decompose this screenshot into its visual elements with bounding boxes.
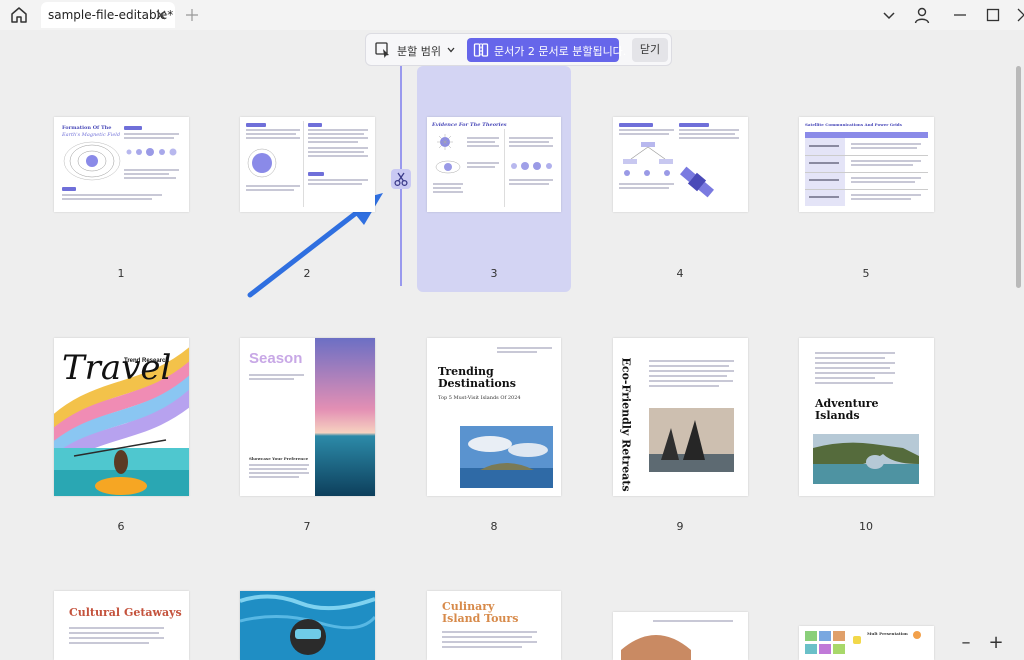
page-title: Season	[249, 350, 303, 367]
page-title: Formation Of The	[62, 125, 112, 131]
page-number-9: 9	[676, 520, 684, 533]
split-scissors-button[interactable]	[391, 169, 411, 189]
title-bar: sample-file-editable*	[0, 0, 1024, 30]
scissors-icon	[394, 172, 408, 187]
arch-photo	[813, 434, 919, 484]
tab-close-button[interactable]	[154, 7, 168, 21]
orbit-diagram	[435, 160, 461, 174]
page-thumbnail-1[interactable]: Formation Of The Earth's Magnetic Field	[54, 117, 189, 212]
page-thumbnail-3[interactable]: Evidence For The Theories	[427, 117, 561, 212]
close-icon	[156, 10, 166, 20]
planet-row	[126, 148, 177, 156]
new-tab-button[interactable]	[185, 7, 199, 21]
home-icon	[11, 7, 27, 23]
satellite-icon	[679, 166, 715, 198]
home-button[interactable]	[8, 5, 30, 25]
plus-icon	[186, 9, 198, 21]
page-thumbnail-12[interactable]	[240, 591, 375, 660]
page-thumbnail-5[interactable]: Satellite Communications And Power Grids	[799, 117, 934, 212]
close-window-button[interactable]	[1015, 6, 1024, 24]
page-thumbnail-13[interactable]: Culinary Island Tours	[427, 591, 561, 660]
page-number-5: 5	[862, 267, 870, 280]
page-number-10: 10	[859, 520, 873, 533]
document-tab[interactable]: sample-file-editable*	[41, 2, 175, 28]
split-range-dropdown[interactable]: 분할 범위	[372, 39, 460, 61]
maximize-button[interactable]	[984, 6, 1002, 24]
sunset-photo	[315, 338, 375, 496]
page-title: Adventure Islands	[815, 397, 879, 422]
minimize-button[interactable]	[951, 6, 969, 24]
page-subtitle: Trend Research	[124, 358, 170, 364]
page-number-6: 6	[117, 520, 125, 533]
split-toolbar: 분할 범위 문서가 2 문서로 분할됩니다. 닫기	[365, 33, 672, 66]
chevron-down-icon	[883, 12, 895, 20]
page-thumbnail-15[interactable]: Mult Presentation	[799, 626, 934, 660]
page-number-3: 3	[490, 267, 498, 280]
magnetic-field-diagram	[63, 141, 121, 181]
page-title: Eco-Friendly Retreats	[619, 357, 633, 492]
page-title: Travel	[62, 348, 172, 388]
tree-diagram	[623, 142, 673, 176]
page-subtitle: Earth's Magnetic Field	[62, 132, 121, 138]
island-photo	[460, 426, 553, 488]
zoom-in-button[interactable]: +	[987, 634, 1005, 653]
split-range-icon	[375, 42, 389, 58]
account-button[interactable]	[913, 6, 931, 24]
close-icon	[1017, 8, 1024, 22]
page-thumbnail-14[interactable]	[613, 612, 748, 660]
vertical-scrollbar[interactable]	[1016, 66, 1021, 288]
minimize-icon	[954, 14, 966, 16]
sun-diagram	[437, 134, 453, 150]
page-title: Mult Presentation	[867, 631, 908, 636]
chevron-down-icon	[447, 47, 455, 53]
page-number-4: 4	[676, 267, 684, 280]
split-range-label: 분할 범위	[397, 45, 441, 58]
split-document-icon	[473, 43, 489, 57]
page-title: Cultural Getaways	[69, 606, 182, 619]
page-title: Evidence For The Theories	[432, 122, 507, 128]
page-title: Trending Destinations	[438, 365, 516, 390]
page-title: Satellite Communications And Power Grids	[805, 122, 902, 127]
page-thumbnail-10[interactable]: Adventure Islands	[799, 338, 934, 496]
page-thumbnail-8[interactable]: Trending Destinations Top 5 Must-Visit I…	[427, 338, 561, 496]
page-number-1: 1	[117, 267, 125, 280]
page-number-7: 7	[303, 520, 311, 533]
user-icon	[914, 7, 930, 24]
split-info-badge: 문서가 2 문서로 분할됩니다.	[467, 38, 626, 62]
arch-shape-photo	[621, 635, 691, 660]
split-info-text: 문서가 2 문서로 분할됩니다.	[494, 45, 627, 58]
rock-photo	[649, 408, 734, 472]
page-thumbnail-9[interactable]: Eco-Friendly Retreats	[613, 338, 748, 496]
page-number-2: 2	[303, 267, 311, 280]
page-thumbnail-11[interactable]: Cultural Getaways	[54, 591, 189, 660]
maximize-icon	[986, 8, 1000, 22]
zoom-out-button[interactable]: –	[957, 634, 975, 653]
page-subtitle: Showcase Your Preference	[249, 456, 309, 461]
page-subtitle: Top 5 Must-Visit Islands Of 2024	[438, 395, 521, 401]
page-thumbnail-7[interactable]: Season Showcase Your Preference	[240, 338, 375, 496]
tabs-dropdown-button[interactable]	[880, 6, 898, 24]
page-thumbnail-6[interactable]: Travel Trend Research	[54, 338, 189, 496]
planet-row	[511, 162, 552, 170]
diver-photo	[240, 591, 375, 660]
earth-diagram	[247, 148, 277, 178]
page-thumbnail-2[interactable]	[240, 117, 375, 212]
photo-grid	[805, 631, 845, 654]
page-title: Culinary Island Tours	[442, 600, 519, 625]
page-number-8: 8	[490, 520, 498, 533]
close-split-button[interactable]: 닫기	[632, 38, 668, 62]
page-thumbnail-4[interactable]	[613, 117, 748, 212]
